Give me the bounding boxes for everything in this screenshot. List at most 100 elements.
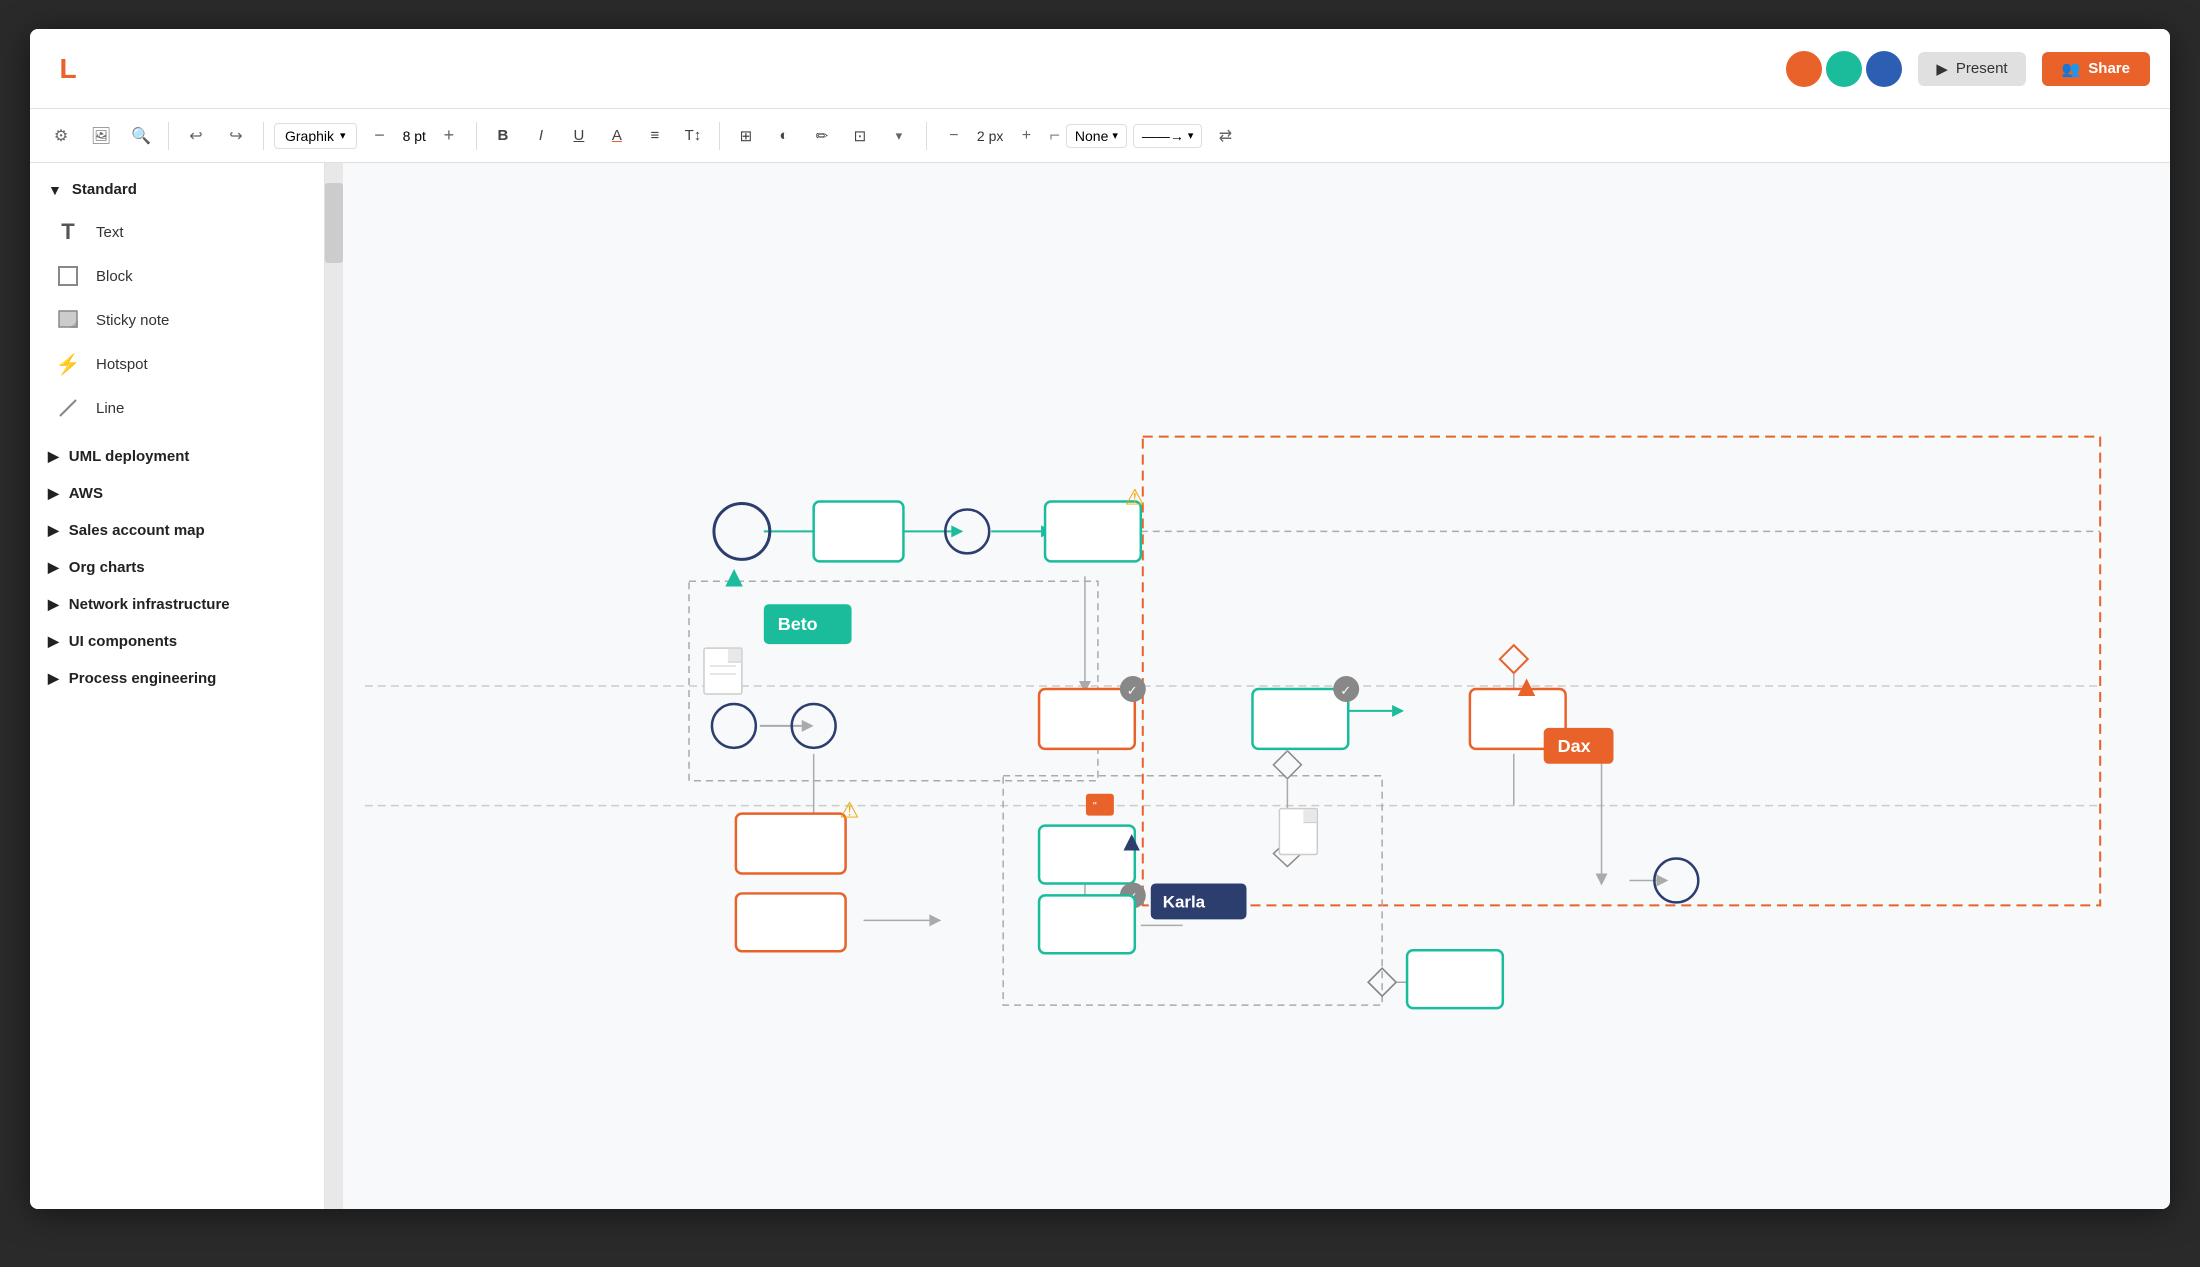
chevron-right-process: ▶ <box>48 670 59 687</box>
sidebar-item-block-label: Block <box>96 268 133 285</box>
diagram-svg: ⚠ ▲ Beto ✓ <box>325 163 2170 1209</box>
search-button[interactable]: 🔍 <box>124 119 158 153</box>
toolbar-sep-5 <box>926 122 927 150</box>
present-label: Present <box>1956 60 2008 77</box>
line-style-select[interactable]: None ▾ <box>1066 124 1127 148</box>
sidebar-item-sticky[interactable]: Sticky note <box>30 298 324 342</box>
bold-button[interactable]: B <box>487 120 519 152</box>
text-type-button[interactable]: T↕ <box>677 120 709 152</box>
svg-text:Beto: Beto <box>778 614 818 634</box>
svg-text:Karla: Karla <box>1163 892 1206 911</box>
sidebar-item-text[interactable]: T Text <box>30 210 324 254</box>
hotspot-item-icon: ⚡ <box>54 350 82 378</box>
font-color-button[interactable]: A <box>601 120 633 152</box>
sidebar-section-standard[interactable]: ▼ Standard <box>30 173 324 206</box>
line-style-label: None <box>1075 128 1108 144</box>
avatar-3 <box>1866 51 1902 87</box>
svg-text:▲: ▲ <box>719 560 749 593</box>
sidebar-section-aws-label: AWS <box>69 485 103 502</box>
sidebar-item-sticky-label: Sticky note <box>96 312 169 329</box>
chevron-right-org: ▶ <box>48 559 59 576</box>
app-window: L ▶ Present 👥 Share ⚙ 🖼 🔍 ↩ ↪ Graphik ▾ … <box>30 29 2170 1209</box>
settings-button[interactable]: ⚙ <box>44 119 78 153</box>
sticky-item-icon <box>54 306 82 334</box>
sidebar-item-block[interactable]: Block <box>30 254 324 298</box>
arrow-style-select[interactable]: ——→ ▾ <box>1133 124 1203 148</box>
sidebar-section-process-label: Process engineering <box>69 670 217 687</box>
sidebar-section-ui[interactable]: ▶ UI components <box>30 623 324 660</box>
canvas-area[interactable]: ⚠ ▲ Beto ✓ <box>325 163 2170 1209</box>
sidebar-standard-items: T Text Block Sticky note ⚡ <box>30 206 324 438</box>
sidebar-section-uml[interactable]: ▶ UML deployment <box>30 438 324 475</box>
arrow-style-label: ——→ <box>1142 128 1184 144</box>
svg-text:⚠: ⚠ <box>1125 484 1145 509</box>
sidebar-section-uml-label: UML deployment <box>69 448 190 465</box>
sidebar-section-sales[interactable]: ▶ Sales account map <box>30 512 324 549</box>
top-bar: L ▶ Present 👥 Share <box>30 29 2170 109</box>
sidebar-section-ui-label: UI components <box>69 633 177 650</box>
sidebar-item-line-label: Line <box>96 400 124 417</box>
swap-button[interactable]: ⇄ <box>1208 119 1242 153</box>
underline-button[interactable]: U <box>563 120 595 152</box>
undo-button[interactable]: ↩ <box>179 119 213 153</box>
chevron-right-ui: ▶ <box>48 633 59 650</box>
toolbar-sep-1 <box>168 122 169 150</box>
chevron-right-aws: ▶ <box>48 485 59 502</box>
italic-button[interactable]: I <box>525 120 557 152</box>
share-label: Share <box>2088 60 2130 77</box>
chevron-down-icon-sidebar: ▼ <box>48 182 62 198</box>
font-size-control: 8 pt <box>403 128 426 144</box>
italic-label: I <box>539 127 543 144</box>
sidebar-section-aws[interactable]: ▶ AWS <box>30 475 324 512</box>
svg-text:Dax: Dax <box>1558 736 1591 756</box>
corner-icon: ⌐ <box>1049 125 1060 146</box>
app-logo: L <box>50 51 86 87</box>
main-area: ▼ Standard T Text Block <box>30 163 2170 1209</box>
font-minus-button[interactable]: − <box>363 119 397 153</box>
svg-text:✓: ✓ <box>1127 889 1138 904</box>
block-item-icon <box>54 262 82 290</box>
chevron-down-icon: ▾ <box>340 129 346 142</box>
sidebar-section-standard-label: Standard <box>72 181 137 198</box>
sidebar-section-network[interactable]: ▶ Network infrastructure <box>30 586 324 623</box>
share-icon: 👥 <box>2062 60 2081 78</box>
more-options-button[interactable]: ▾ <box>882 119 916 153</box>
align-button[interactable]: ≡ <box>639 120 671 152</box>
present-button[interactable]: ▶ Present <box>1918 52 2025 86</box>
toolbar-sep-4 <box>719 122 720 150</box>
image-button[interactable]: 🖼 <box>84 119 118 153</box>
svg-text:▲: ▲ <box>1512 670 1542 703</box>
sidebar-item-line[interactable]: Line <box>30 386 324 430</box>
chevron-right-uml: ▶ <box>48 448 59 465</box>
px-minus-button[interactable]: − <box>937 119 971 153</box>
sidebar-item-hotspot[interactable]: ⚡ Hotspot <box>30 342 324 386</box>
fill-button[interactable]: ◐ <box>768 120 800 152</box>
grid-button[interactable]: ⊞ <box>730 120 762 152</box>
avatar-2 <box>1826 51 1862 87</box>
text-item-icon: T <box>54 218 82 246</box>
canvas-scrollbar[interactable] <box>325 163 343 1209</box>
sidebar-section-org[interactable]: ▶ Org charts <box>30 549 324 586</box>
sidebar-item-hotspot-label: Hotspot <box>96 356 148 373</box>
sidebar-section-sales-label: Sales account map <box>69 522 205 539</box>
share-button[interactable]: 👥 Share <box>2042 52 2150 86</box>
toolbar: ⚙ 🖼 🔍 ↩ ↪ Graphik ▾ − 8 pt + B I U A ≡ T… <box>30 109 2170 163</box>
user-avatars <box>1786 51 1902 87</box>
svg-text:": " <box>1093 801 1097 813</box>
sidebar-section-network-label: Network infrastructure <box>69 596 230 613</box>
image-edit-button[interactable]: ⊡ <box>844 120 876 152</box>
line-item-icon <box>54 394 82 422</box>
sidebar-section-process[interactable]: ▶ Process engineering <box>30 660 324 697</box>
font-select[interactable]: Graphik ▾ <box>274 123 357 149</box>
svg-text:⚠: ⚠ <box>840 798 860 823</box>
sidebar: ▼ Standard T Text Block <box>30 163 325 1209</box>
chevron-down-icon-3: ▾ <box>1188 129 1194 142</box>
toolbar-sep-2 <box>263 122 264 150</box>
font-plus-button[interactable]: + <box>432 119 466 153</box>
avatar-1 <box>1786 51 1822 87</box>
underline-label: U <box>574 127 585 144</box>
px-plus-button[interactable]: + <box>1009 119 1043 153</box>
sidebar-item-text-label: Text <box>96 224 124 241</box>
pen-button[interactable]: ✏ <box>806 120 838 152</box>
redo-button[interactable]: ↪ <box>219 119 253 153</box>
